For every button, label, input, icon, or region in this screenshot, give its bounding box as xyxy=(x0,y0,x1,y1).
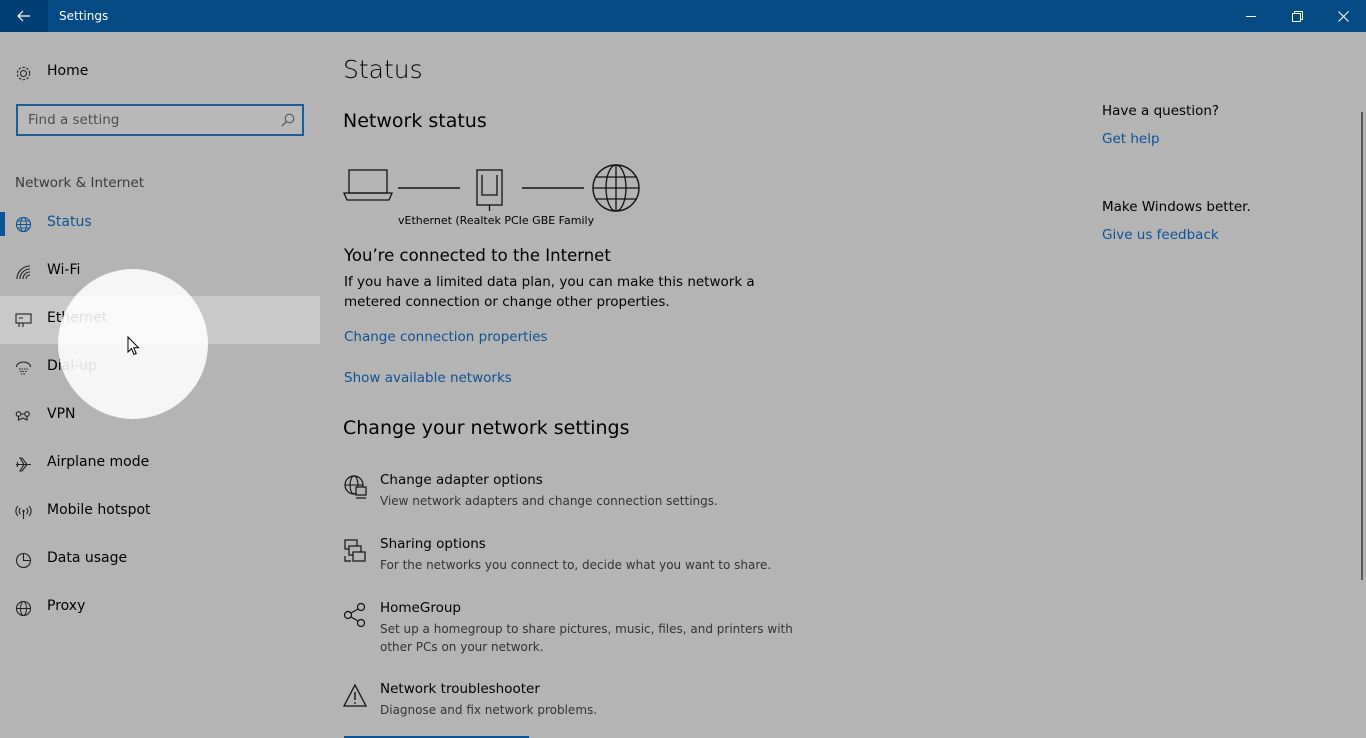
sidebar: Home Network & Internet Status Wi-Fi Eth… xyxy=(0,32,320,738)
minimize-icon xyxy=(1246,16,1256,17)
connection-description: If you have a limited data plan, you can… xyxy=(344,274,755,310)
sidebar-item-label: Status xyxy=(47,214,92,230)
page-title: Status xyxy=(343,55,423,84)
restore-button[interactable] xyxy=(1274,0,1320,32)
section-title: Network & Internet xyxy=(15,175,145,191)
sidebar-item-label: VPN xyxy=(47,406,76,422)
show-available-networks-link[interactable]: Show available networks xyxy=(344,370,512,386)
network-troubleshooter[interactable]: Network troubleshooter Diagnose and fix … xyxy=(343,681,803,721)
home-link[interactable]: Home xyxy=(0,56,320,90)
option-title: Sharing options xyxy=(380,536,486,552)
search-icon[interactable] xyxy=(281,113,295,127)
get-help-link[interactable]: Get help xyxy=(1102,131,1160,147)
home-label: Home xyxy=(47,63,89,79)
sidebar-item-airplane-mode[interactable]: Airplane mode xyxy=(0,440,320,488)
connection-status-text: You’re connected to the Internet xyxy=(344,246,611,265)
sidebar-item-label: Data usage xyxy=(47,550,128,566)
close-button[interactable] xyxy=(1320,0,1366,32)
dialup-icon xyxy=(15,360,32,376)
sidebar-item-status[interactable]: Status xyxy=(0,200,320,248)
adapter-name: vEthernet (Realtek PCIe GBE Family xyxy=(398,214,595,227)
active-indicator xyxy=(0,212,5,236)
sidebar-item-label: Mobile hotspot xyxy=(47,502,151,518)
give-feedback-link[interactable]: Give us feedback xyxy=(1102,227,1219,243)
sidebar-item-label: Wi-Fi xyxy=(47,262,81,278)
sidebar-item-data-usage[interactable]: Data usage xyxy=(0,536,320,584)
ethernet-icon xyxy=(15,312,32,328)
ethernet-port-icon xyxy=(476,169,503,211)
homegroup-icon xyxy=(343,602,366,628)
sidebar-item-vpn[interactable]: VPN xyxy=(0,392,320,440)
wifi-icon xyxy=(15,264,32,280)
feedback-heading: Make Windows better. xyxy=(1102,199,1251,215)
airplane-icon xyxy=(15,456,32,472)
network-status-heading: Network status xyxy=(343,110,487,132)
change-connection-properties-link[interactable]: Change connection properties xyxy=(344,329,548,345)
vpn-icon xyxy=(15,408,32,424)
window-title: Settings xyxy=(59,9,109,23)
change-adapter-options[interactable]: Change adapter options View network adap… xyxy=(343,472,803,512)
title-bar: Settings xyxy=(0,0,1366,32)
sidebar-item-label: Proxy xyxy=(47,598,86,614)
question-heading: Have a question? xyxy=(1102,103,1220,119)
sidebar-item-wifi[interactable]: Wi-Fi xyxy=(0,248,320,296)
sharing-options[interactable]: Sharing options For the networks you con… xyxy=(343,536,803,576)
sidebar-item-ethernet[interactable]: Ethernet xyxy=(0,296,320,344)
sidebar-item-label: Dial-up xyxy=(47,358,97,374)
main-content: Status Network status vEthernet (Realtek… xyxy=(320,32,1080,738)
warning-icon xyxy=(343,683,368,707)
cut-off-link xyxy=(344,733,554,738)
adapter-icon xyxy=(344,475,367,499)
option-description: View network adapters and change connect… xyxy=(380,494,718,508)
sidebar-item-label: Airplane mode xyxy=(47,454,150,470)
option-description: Diagnose and fix network problems. xyxy=(380,703,598,717)
sharing-icon xyxy=(344,539,366,562)
change-settings-heading: Change your network settings xyxy=(343,417,630,439)
laptop-icon xyxy=(343,169,393,201)
gear-icon xyxy=(16,66,31,81)
sidebar-item-mobile-hotspot[interactable]: Mobile hotspot xyxy=(0,488,320,536)
data-usage-icon xyxy=(15,552,32,568)
back-arrow-icon xyxy=(17,10,30,22)
globe-icon xyxy=(15,216,32,232)
option-description: Set up a homegroup to share pictures, mu… xyxy=(380,622,793,654)
minimize-button[interactable] xyxy=(1228,0,1274,32)
sidebar-item-proxy[interactable]: Proxy xyxy=(0,584,320,632)
restore-icon xyxy=(1291,10,1303,22)
scrollbar[interactable] xyxy=(1361,112,1363,580)
proxy-icon xyxy=(15,600,32,616)
homegroup-option[interactable]: HomeGroup Set up a homegroup to share pi… xyxy=(343,600,803,656)
sidebar-item-label: Ethernet xyxy=(47,310,108,326)
sidebar-item-dialup[interactable]: Dial-up xyxy=(0,344,320,392)
search-input[interactable] xyxy=(18,106,274,134)
option-title: Change adapter options xyxy=(380,472,543,488)
close-icon xyxy=(1337,10,1349,22)
option-title: HomeGroup xyxy=(380,600,461,616)
internet-globe-icon xyxy=(592,164,640,212)
option-description: For the networks you connect to, decide … xyxy=(380,558,772,572)
search-box[interactable] xyxy=(16,104,304,136)
back-button[interactable] xyxy=(0,0,48,32)
option-title: Network troubleshooter xyxy=(380,681,540,697)
hotspot-icon xyxy=(15,504,32,520)
